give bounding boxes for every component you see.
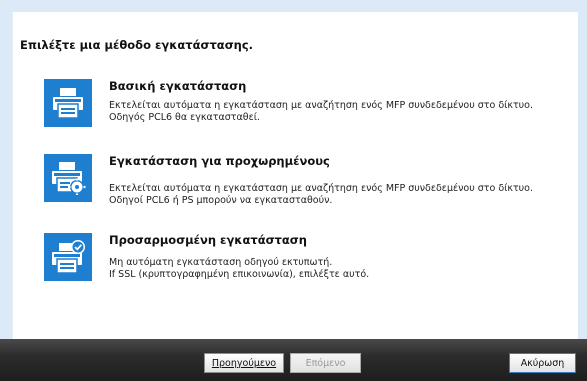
next-button-label: Επόμενο — [305, 357, 346, 369]
window-frame-left — [0, 0, 12, 381]
basic-install-title[interactable]: Βασική εγκατάσταση — [109, 79, 246, 93]
button-bar: Προηγούμενο Επόμενο Ακύρωση — [0, 339, 587, 381]
option-basic-install[interactable]: Βασική εγκατάσταση Εκτελείται αυτόματα η… — [44, 79, 564, 129]
page-title: Επιλέξτε μια μέθοδο εγκατάστασης. — [20, 38, 254, 52]
basic-install-tile[interactable] — [44, 79, 92, 127]
custom-install-desc-line1: Μη αυτόματη εγκατάσταση οδηγού εκτυπωτή. — [109, 257, 333, 268]
advanced-install-desc-line2: Οδηγοί PCL6 ή PS μπορούν να εγκατασταθού… — [109, 195, 333, 206]
cancel-button[interactable]: Ακύρωση — [509, 353, 576, 373]
custom-install-desc-line2: If SSL (κρυπτογραφημένη επικοινωνία), επ… — [109, 269, 370, 280]
back-button[interactable]: Προηγούμενο — [204, 353, 284, 373]
next-button[interactable]: Επόμενο — [290, 353, 361, 373]
printer-gear-icon — [52, 162, 86, 195]
basic-install-desc-line2: Οδηγός PCL6 θα εγκατασταθεί. — [109, 112, 260, 123]
printer-icon — [53, 88, 83, 119]
option-advanced-install[interactable]: Εγκατάσταση για προχωρημένους Εκτελείται… — [44, 154, 564, 206]
back-button-label: Προηγούμενο — [211, 357, 277, 369]
advanced-install-desc-line1: Εκτελείται αυτόματα η εγκατάσταση με ανα… — [109, 183, 534, 194]
option-custom-install[interactable]: Προσαρμοσμένη εγκατάσταση Μη αυτόματη εγ… — [44, 233, 564, 283]
advanced-install-tile[interactable] — [44, 154, 92, 202]
window-frame-right — [577, 0, 587, 381]
printer-check-icon — [52, 240, 85, 274]
custom-install-tile[interactable] — [44, 233, 92, 281]
advanced-install-title[interactable]: Εγκατάσταση για προχωρημένους — [109, 154, 330, 168]
custom-install-title[interactable]: Προσαρμοσμένη εγκατάσταση — [109, 233, 307, 247]
cancel-button-label: Ακύρωση — [520, 357, 565, 369]
basic-install-desc-line1: Εκτελείται αυτόματα η εγκατάσταση με ανα… — [109, 100, 534, 111]
window-frame-top — [0, 0, 587, 12]
